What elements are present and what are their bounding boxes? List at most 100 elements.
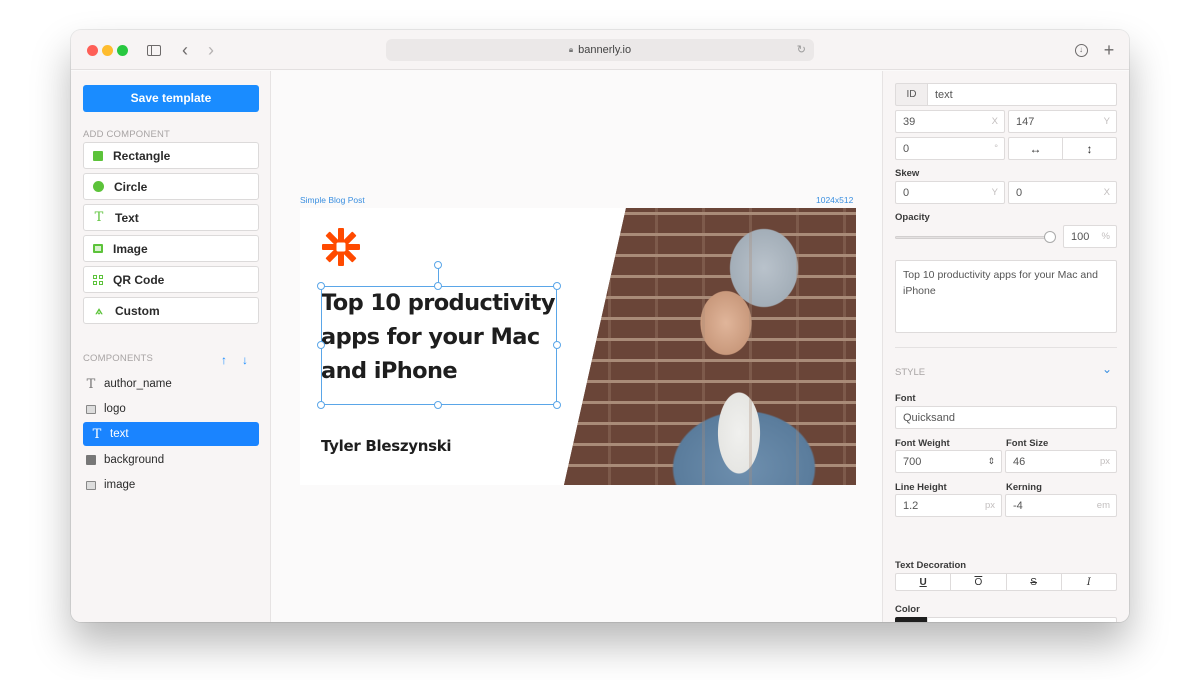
italic-button[interactable]: I <box>1062 574 1116 590</box>
resize-handle-top[interactable] <box>434 282 442 290</box>
author-name-text[interactable]: Tyler Bleszynski <box>321 437 452 455</box>
new-tab-icon[interactable]: + <box>1101 39 1117 61</box>
component-label: background <box>104 454 165 466</box>
text-icon: T <box>86 376 96 392</box>
background-photo[interactable] <box>564 208 856 485</box>
font-value: Quicksand <box>903 411 955 424</box>
kerning-value: -4 <box>1013 499 1023 512</box>
resize-handle-right[interactable] <box>553 341 561 349</box>
add-qr-code-button[interactable]: QR Code <box>83 266 259 293</box>
color-swatch[interactable] <box>895 617 928 622</box>
id-label: ID <box>895 83 928 106</box>
x-value: 39 <box>903 115 916 128</box>
component-item-logo[interactable]: logo <box>83 397 259 421</box>
font-input[interactable]: Quicksand <box>895 406 1117 429</box>
text-content-input[interactable]: Top 10 productivity apps for your Mac an… <box>895 260 1117 333</box>
component-item-text[interactable]: T text <box>83 422 259 446</box>
sidebar-toggle-icon[interactable] <box>145 39 163 61</box>
opacity-slider-track[interactable] <box>895 236 1050 239</box>
font-size-value: 46 <box>1013 455 1026 468</box>
move-up-icon[interactable]: ↑ <box>221 353 227 367</box>
font-size-input[interactable]: 46 px <box>1005 450 1117 473</box>
save-template-button[interactable]: Save template <box>83 85 259 112</box>
resize-handle-top-left[interactable] <box>317 282 325 290</box>
resize-handle-left[interactable] <box>317 341 325 349</box>
properties-panel: ID text 39 X 147 Y 0 ° ↔ ↕ Skew 0 Y 0 X <box>882 71 1129 622</box>
circle-icon <box>93 181 104 192</box>
image-icon <box>93 244 103 253</box>
chevron-down-icon[interactable]: ⌄ <box>1102 362 1112 376</box>
kerning-input[interactable]: -4 em <box>1005 494 1117 517</box>
x-unit: X <box>991 116 998 127</box>
resize-handle-top-right[interactable] <box>553 282 561 290</box>
text-decoration-group: U O S I <box>895 573 1117 591</box>
add-custom-button[interactable]: ⟑ Custom <box>83 297 259 324</box>
id-input[interactable]: text <box>927 83 1117 106</box>
opacity-slider-thumb[interactable] <box>1044 231 1056 243</box>
skew-x-unit: X <box>1103 187 1110 198</box>
add-image-button[interactable]: Image <box>83 235 259 262</box>
components-heading: COMPONENTS <box>83 353 154 364</box>
browser-window: ‹ › 🔒︎ bannerly.io ↻ ↓ + Save template A… <box>71 30 1129 622</box>
add-item-label: Text <box>115 210 139 225</box>
address-bar[interactable]: 🔒︎ bannerly.io ↻ <box>386 39 814 61</box>
rotation-input[interactable]: 0 ° <box>895 137 1005 160</box>
move-down-icon[interactable]: ↓ <box>242 353 248 367</box>
flip-vertical-button[interactable]: ↕ <box>1062 137 1117 160</box>
flip-horizontal-button[interactable]: ↔ <box>1008 137 1063 160</box>
component-item-author-name[interactable]: T author_name <box>83 372 259 396</box>
resize-handle-bottom-left[interactable] <box>317 401 325 409</box>
skew-x-input[interactable]: 0 X <box>1008 181 1117 204</box>
custom-icon: ⟑ <box>95 303 103 317</box>
minimize-window-button[interactable] <box>102 45 113 56</box>
close-window-button[interactable] <box>87 45 98 56</box>
logo-asterisk-icon[interactable] <box>321 227 361 267</box>
rotation-handle[interactable] <box>434 261 442 269</box>
download-icon[interactable]: ↓ <box>1073 39 1089 61</box>
skew-y-unit: Y <box>991 187 998 198</box>
component-item-image[interactable]: image <box>83 473 259 497</box>
reload-icon[interactable]: ↻ <box>797 43 806 56</box>
font-weight-value: 700 <box>903 455 922 468</box>
underline-button[interactable]: U <box>896 574 952 590</box>
text-icon: T <box>92 426 102 442</box>
resize-handle-bottom[interactable] <box>434 401 442 409</box>
strikethrough-button[interactable]: S <box>1007 574 1062 590</box>
add-component-heading: ADD COMPONENT <box>83 129 171 140</box>
x-position-input[interactable]: 39 X <box>895 110 1005 133</box>
forward-arrow-icon[interactable]: › <box>204 39 218 61</box>
opacity-input[interactable]: 100 % <box>1063 225 1117 248</box>
selection-box[interactable] <box>321 286 557 405</box>
add-circle-button[interactable]: Circle <box>83 173 259 200</box>
font-weight-select[interactable]: 700 ⇕ <box>895 450 1002 473</box>
rectangle-icon <box>85 455 97 465</box>
opacity-label: Opacity <box>895 212 930 223</box>
y-value: 147 <box>1016 115 1035 128</box>
resize-handle-bottom-right[interactable] <box>553 401 561 409</box>
font-size-label: Font Size <box>1006 438 1049 449</box>
rotation-value: 0 <box>903 142 910 155</box>
color-label: Color <box>895 604 920 615</box>
add-rectangle-button[interactable]: Rectangle <box>83 142 259 169</box>
add-text-button[interactable]: T Text <box>83 204 259 231</box>
flip-horizontal-icon: ↔ <box>1029 141 1042 156</box>
canvas-dimensions: 1024x512 <box>816 195 854 205</box>
back-arrow-icon[interactable]: ‹ <box>178 39 192 61</box>
component-label: author_name <box>104 378 172 390</box>
canvas-area: Simple Blog Post 1024x512 Top 10 product… <box>272 71 882 622</box>
left-panel: Save template ADD COMPONENT Rectangle Ci… <box>71 71 271 622</box>
lock-icon: 🔒︎ <box>568 45 574 54</box>
skew-y-input[interactable]: 0 Y <box>895 181 1005 204</box>
text-decoration-label: Text Decoration <box>895 560 967 571</box>
qr-code-icon <box>93 274 103 285</box>
id-value: text <box>935 88 953 101</box>
font-weight-label: Font Weight <box>895 438 950 449</box>
url-text: bannerly.io <box>578 44 632 56</box>
line-height-input[interactable]: 1.2 px <box>895 494 1002 517</box>
y-position-input[interactable]: 147 Y <box>1008 110 1117 133</box>
component-item-background[interactable]: background <box>83 448 259 472</box>
flip-vertical-icon: ↕ <box>1086 141 1093 156</box>
maximize-window-button[interactable] <box>117 45 128 56</box>
color-input[interactable]: rgba(30,30,30, 1) <box>927 617 1117 622</box>
overline-button[interactable]: O <box>951 574 1007 590</box>
